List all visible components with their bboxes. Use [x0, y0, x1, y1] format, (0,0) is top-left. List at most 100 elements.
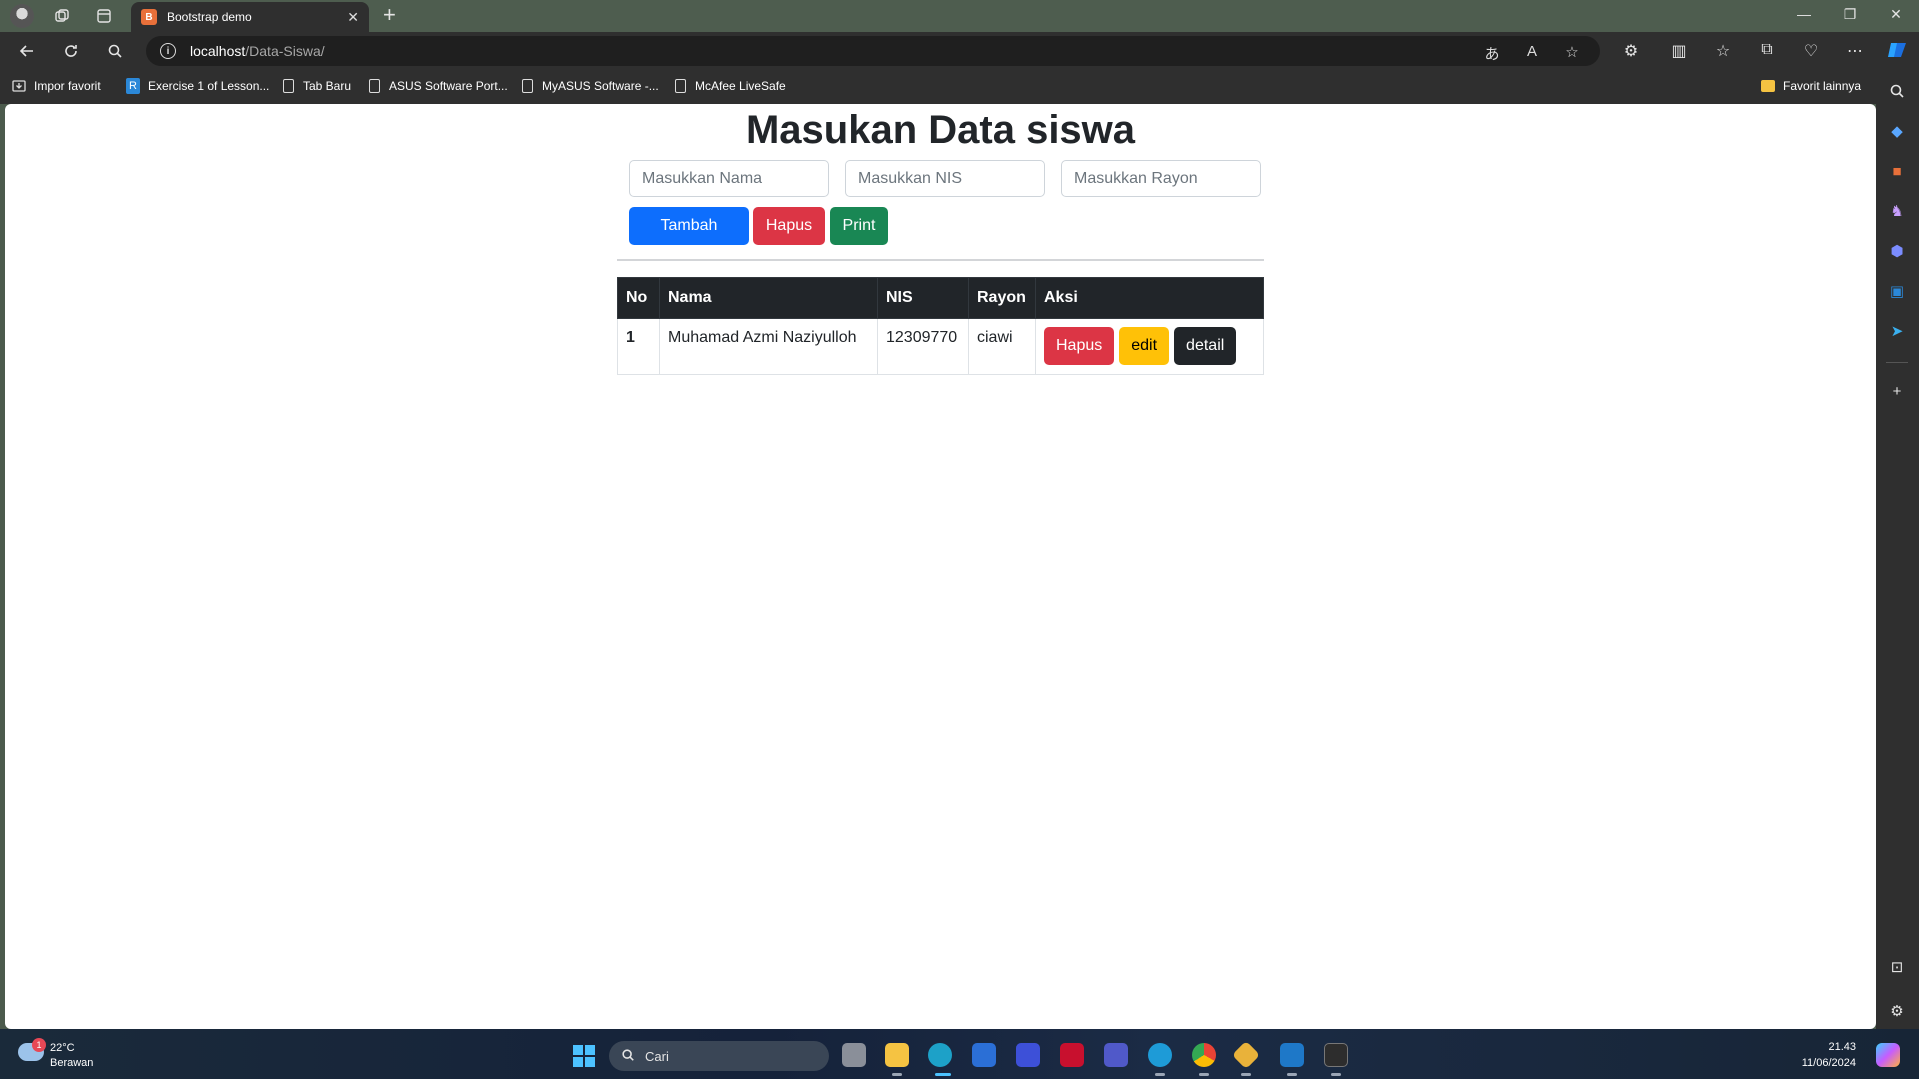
taskbar-search[interactable]: Cari: [609, 1041, 829, 1071]
extensions-icon[interactable]: ⚙: [1620, 41, 1642, 61]
translate-icon[interactable]: あ: [1482, 43, 1502, 64]
microsoft-store-icon[interactable]: [972, 1043, 996, 1067]
add-sidebar-icon[interactable]: +: [1888, 382, 1906, 400]
nama-input[interactable]: [629, 160, 829, 197]
mcafee-icon[interactable]: [1060, 1043, 1084, 1067]
visual-studio-icon[interactable]: [1016, 1043, 1040, 1067]
print-button[interactable]: Print: [830, 207, 888, 245]
edge-browser-icon[interactable]: [928, 1043, 952, 1067]
browser-tab-active[interactable]: B Bootstrap demo ✕: [131, 2, 369, 32]
back-icon[interactable]: [16, 40, 38, 62]
copilot-sidebar-icon[interactable]: ⬢: [1888, 242, 1906, 260]
bookmark-label: MyASUS Software -...: [542, 79, 659, 93]
header-rayon: Rayon: [968, 277, 1036, 319]
workspaces-icon[interactable]: [52, 6, 72, 26]
more-options-icon[interactable]: ⋯: [1844, 41, 1866, 61]
games-icon[interactable]: ♞: [1888, 202, 1906, 220]
bookmark-asus-portal[interactable]: ASUS Software Port...: [367, 78, 508, 94]
row-actions: Hapus edit detail: [1044, 327, 1255, 365]
clock-date[interactable]: 11/06/2024: [1780, 1057, 1856, 1069]
row-edit-button[interactable]: edit: [1119, 327, 1170, 365]
table-row: 1 Muhamad Azmi Naziyulloh 12309770 ciawi…: [617, 318, 1264, 375]
weather-description[interactable]: Berawan: [50, 1057, 93, 1069]
collections-icon[interactable]: ⧉: [1756, 41, 1778, 59]
row-hapus-button[interactable]: Hapus: [1044, 327, 1115, 365]
read-aloud-icon[interactable]: A: [1522, 43, 1542, 60]
sourcetree-icon[interactable]: [1231, 1040, 1261, 1070]
bootstrap-favicon-icon: B: [141, 9, 157, 25]
chrome-icon[interactable]: [1192, 1043, 1216, 1067]
file-explorer-icon[interactable]: [885, 1043, 909, 1067]
page-viewport: Masukan Data siswa Tambah Hapus Print No…: [5, 104, 1876, 1029]
bookmark-label: ASUS Software Port...: [389, 79, 508, 93]
active-indicator: [935, 1073, 951, 1076]
active-indicator: [892, 1073, 902, 1076]
document-icon: [367, 78, 381, 94]
tools-icon[interactable]: ■: [1888, 162, 1906, 180]
hapus-all-button[interactable]: Hapus: [753, 207, 825, 245]
weather-temperature[interactable]: 22°C: [50, 1042, 75, 1054]
app-icon: R: [126, 78, 140, 94]
browser-essentials-icon[interactable]: ♡: [1800, 41, 1822, 61]
active-indicator: [1241, 1073, 1251, 1076]
search-icon[interactable]: [104, 40, 126, 62]
close-window-button[interactable]: ✕: [1886, 6, 1906, 23]
sidebar-search-icon[interactable]: [1888, 82, 1906, 100]
site-info-icon[interactable]: i: [160, 43, 176, 59]
row-detail-button[interactable]: detail: [1174, 327, 1237, 365]
tambah-button[interactable]: Tambah: [629, 207, 749, 245]
import-icon: [12, 78, 26, 94]
screenshot-icon[interactable]: ⊡: [1888, 958, 1906, 976]
favorite-star-icon[interactable]: ☆: [1562, 43, 1582, 61]
folder-icon: [1761, 78, 1775, 94]
task-view-icon[interactable]: [842, 1043, 866, 1067]
copilot-taskbar-icon[interactable]: [1876, 1043, 1900, 1067]
bookmark-myasus[interactable]: MyASUS Software -...: [520, 78, 659, 94]
send-icon[interactable]: ➤: [1888, 322, 1906, 340]
edge-dev-icon[interactable]: [1148, 1043, 1172, 1067]
windows-start-icon[interactable]: [573, 1045, 595, 1067]
cell-no: 1: [617, 318, 660, 375]
restore-button[interactable]: ❐: [1840, 6, 1860, 23]
header-nis: NIS: [877, 277, 969, 319]
document-icon: [281, 78, 295, 94]
shopping-tag-icon[interactable]: ◆: [1888, 122, 1906, 140]
bookmark-label: McAfee LiveSafe: [695, 79, 786, 93]
bookmark-mcafee[interactable]: McAfee LiveSafe: [673, 78, 786, 94]
header-nama: Nama: [659, 277, 878, 319]
nis-input[interactable]: [845, 160, 1045, 197]
cell-nis: 12309770: [877, 318, 969, 375]
header-aksi: Aksi: [1035, 277, 1264, 319]
split-screen-icon[interactable]: ▥: [1668, 41, 1690, 61]
clock-time[interactable]: 21.43: [1800, 1041, 1856, 1053]
profile-avatar[interactable]: [10, 4, 34, 28]
navigation-bar: i localhost/Data-Siswa/ あ A ☆ ⚙ ▥ ☆ ⧉ ♡ …: [0, 32, 1919, 70]
bookmarks-bar: Impor favorit R Exercise 1 of Lesson... …: [0, 70, 1919, 104]
minimize-button[interactable]: —: [1794, 6, 1814, 22]
edge-sidebar: ◆ ■ ♞ ⬢ ▣ ➤ + ⊡ ⚙: [1876, 70, 1919, 1029]
search-label: Cari: [645, 1048, 669, 1064]
sidebar-settings-icon[interactable]: ⚙: [1888, 1002, 1906, 1020]
rayon-input[interactable]: [1061, 160, 1261, 197]
new-tab-button[interactable]: +: [383, 4, 396, 26]
bookmark-exercise[interactable]: R Exercise 1 of Lesson...: [126, 78, 269, 94]
page-title: Masukan Data siswa: [745, 108, 1136, 152]
copilot-icon[interactable]: [1886, 39, 1908, 66]
teams-icon[interactable]: [1104, 1043, 1128, 1067]
sidebar-divider: [1886, 362, 1908, 363]
bookmark-tab-baru[interactable]: Tab Baru: [281, 78, 351, 94]
favorites-icon[interactable]: ☆: [1712, 41, 1734, 61]
bookmark-impor-favorit[interactable]: Impor favorit: [12, 78, 101, 94]
vscode-icon[interactable]: [1280, 1043, 1304, 1067]
table-header-row: No Nama NIS Rayon Aksi: [617, 277, 1264, 319]
close-tab-icon[interactable]: ✕: [347, 9, 359, 26]
address-bar[interactable]: i localhost/Data-Siswa/ あ A ☆: [146, 36, 1600, 66]
cell-aksi: Hapus edit detail: [1035, 318, 1264, 375]
refresh-icon[interactable]: [60, 40, 82, 62]
outlook-icon[interactable]: ▣: [1888, 282, 1906, 300]
bookmark-favorit-lainnya[interactable]: Favorit lainnya: [1761, 78, 1861, 94]
tab-actions-icon[interactable]: [94, 6, 114, 26]
divider: [617, 259, 1264, 261]
active-indicator: [1287, 1073, 1297, 1076]
terminal-icon[interactable]: [1324, 1043, 1348, 1067]
